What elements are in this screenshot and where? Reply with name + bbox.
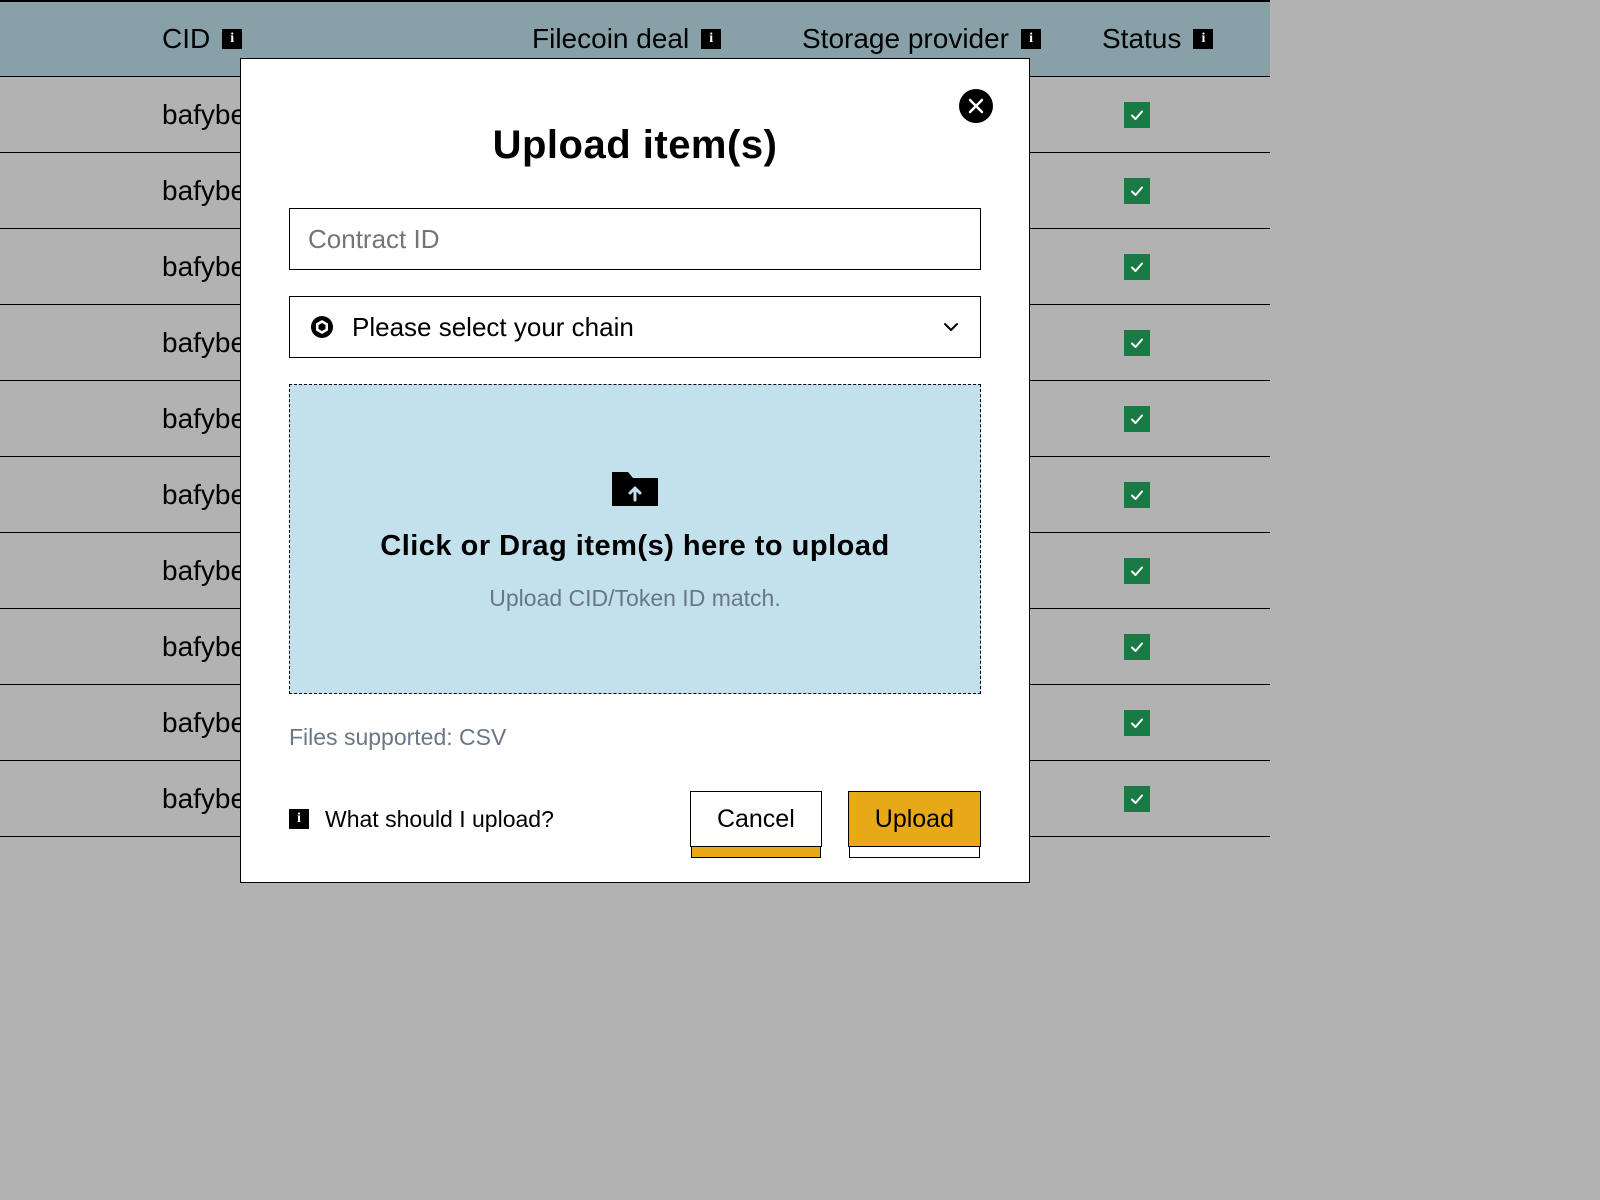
column-label: Storage provider bbox=[802, 23, 1009, 55]
chain-icon bbox=[310, 315, 334, 339]
dropzone-subtitle: Upload CID/Token ID match. bbox=[489, 585, 780, 612]
status-ok-icon bbox=[1124, 254, 1150, 280]
files-supported-label: Files supported: CSV bbox=[289, 724, 981, 751]
upload-modal: Upload item(s) Please select your chain … bbox=[240, 58, 1030, 883]
cell-status bbox=[1122, 634, 1152, 660]
info-icon: i bbox=[289, 809, 309, 829]
chain-select[interactable]: Please select your chain bbox=[289, 296, 981, 358]
contract-id-input[interactable] bbox=[289, 208, 981, 270]
cell-status bbox=[1122, 330, 1152, 356]
cell-status bbox=[1122, 786, 1152, 812]
cancel-button[interactable]: Cancel bbox=[690, 791, 822, 847]
upload-dropzone[interactable]: Click or Drag item(s) here to upload Upl… bbox=[289, 384, 981, 694]
column-label: CID bbox=[162, 23, 210, 55]
help-link-label: What should I upload? bbox=[325, 806, 554, 833]
cell-status bbox=[1122, 102, 1152, 128]
status-ok-icon bbox=[1124, 482, 1150, 508]
close-icon bbox=[968, 98, 984, 114]
status-ok-icon bbox=[1124, 406, 1150, 432]
status-ok-icon bbox=[1124, 634, 1150, 660]
modal-title: Upload item(s) bbox=[289, 123, 981, 168]
modal-footer: i What should I upload? Cancel Upload bbox=[289, 791, 981, 847]
info-icon[interactable]: i bbox=[701, 29, 721, 49]
column-header-filecoin-deal: Filecoin deal i bbox=[532, 23, 802, 55]
status-ok-icon bbox=[1124, 558, 1150, 584]
status-ok-icon bbox=[1124, 710, 1150, 736]
dropzone-title: Click or Drag item(s) here to upload bbox=[380, 530, 889, 563]
cell-status bbox=[1122, 178, 1152, 204]
status-ok-icon bbox=[1124, 102, 1150, 128]
column-header-cid: CID i bbox=[162, 23, 532, 55]
help-link[interactable]: i What should I upload? bbox=[289, 806, 554, 833]
info-icon[interactable]: i bbox=[1021, 29, 1041, 49]
status-ok-icon bbox=[1124, 178, 1150, 204]
column-label: Filecoin deal bbox=[532, 23, 689, 55]
cell-status bbox=[1122, 710, 1152, 736]
cell-status bbox=[1122, 558, 1152, 584]
info-icon[interactable]: i bbox=[222, 29, 242, 49]
close-button[interactable] bbox=[959, 89, 993, 123]
chain-select-label: Please select your chain bbox=[352, 312, 924, 343]
column-header-status: Status i bbox=[1102, 23, 1213, 55]
upload-button[interactable]: Upload bbox=[848, 791, 981, 847]
cell-status bbox=[1122, 482, 1152, 508]
status-ok-icon bbox=[1124, 786, 1150, 812]
info-icon[interactable]: i bbox=[1193, 29, 1213, 49]
column-header-storage-provider: Storage provider i bbox=[802, 23, 1102, 55]
folder-upload-icon bbox=[610, 466, 660, 508]
column-label: Status bbox=[1102, 23, 1181, 55]
cell-status bbox=[1122, 406, 1152, 432]
status-ok-icon bbox=[1124, 330, 1150, 356]
chevron-down-icon bbox=[942, 318, 960, 336]
cell-status bbox=[1122, 254, 1152, 280]
